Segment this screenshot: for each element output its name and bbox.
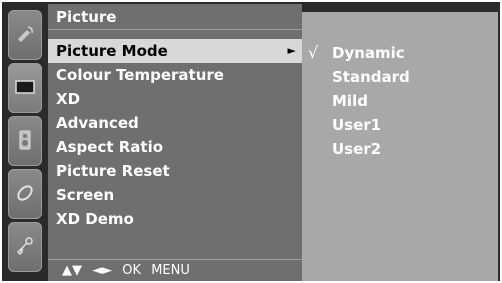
screen-icon [15,80,35,94]
menu-item-xd-demo[interactable]: XD Demo [48,207,302,231]
menu-item-colour-temperature[interactable]: Colour Temperature [48,63,302,87]
menu-title: Picture [48,4,302,30]
satellite-icon [18,26,33,42]
submenu-list: √ Dynamic Standard Mild User1 User2 [302,41,498,161]
submenu-item-label: User1 [332,116,382,134]
menu-item-advanced[interactable]: Advanced [48,111,302,135]
submenu-item-user2[interactable]: User2 [302,137,498,161]
menu-item-label: XD [56,90,81,108]
menu-item-picture-mode[interactable]: Picture Mode ► [48,39,302,63]
menu-list: Picture Mode ► Colour Temperature XD Adv… [48,39,302,231]
ok-hint: OK [122,263,142,278]
menu-item-label: Advanced [56,114,139,132]
submenu-item-label: Standard [332,68,410,86]
left-right-arrows-icon: ◄► [92,263,113,278]
submenu-item-user1[interactable]: User1 [302,113,498,137]
submenu-item-mild[interactable]: Mild [302,89,498,113]
menu-item-xd[interactable]: XD [48,87,302,111]
submenu-item-label: User2 [332,140,382,158]
submenu-item-standard[interactable]: Standard [302,65,498,89]
menu-item-label: Picture Mode [56,42,168,60]
submenu-arrow-icon: ► [287,44,296,57]
submenu-item-label: Mild [332,92,368,110]
navigation-hint-bar: ▲▼ ◄► OK MENU [48,259,302,281]
tv-osd-menu: Picture Picture Mode ► Colour Temperatur… [2,2,500,281]
disc-icon [17,185,33,201]
picture-mode-submenu: √ Dynamic Standard Mild User1 User2 [302,12,498,281]
tab-option[interactable] [8,222,42,272]
menu-item-label: Picture Reset [56,162,170,180]
menu-item-label: Screen [56,186,115,204]
category-icon-strip [8,10,42,278]
menu-item-label: Colour Temperature [56,66,224,84]
key-icon [16,237,33,256]
menu-item-label: Aspect Ratio [56,138,164,156]
speaker-icon [19,130,31,150]
tab-setup[interactable] [8,10,42,60]
menu-item-label: XD Demo [56,210,134,228]
tab-audio[interactable] [8,116,42,166]
menu-item-aspect-ratio[interactable]: Aspect Ratio [48,135,302,159]
up-down-arrows-icon: ▲▼ [62,263,82,278]
check-icon: √ [308,43,319,62]
menu-item-screen[interactable]: Screen [48,183,302,207]
submenu-item-dynamic[interactable]: √ Dynamic [302,41,498,65]
tab-picture[interactable] [8,63,42,113]
picture-menu-panel: Picture Picture Mode ► Colour Temperatur… [48,4,302,281]
tab-time[interactable] [8,169,42,219]
menu-hint: MENU [151,263,190,278]
submenu-item-label: Dynamic [332,44,405,62]
menu-item-picture-reset[interactable]: Picture Reset [48,159,302,183]
